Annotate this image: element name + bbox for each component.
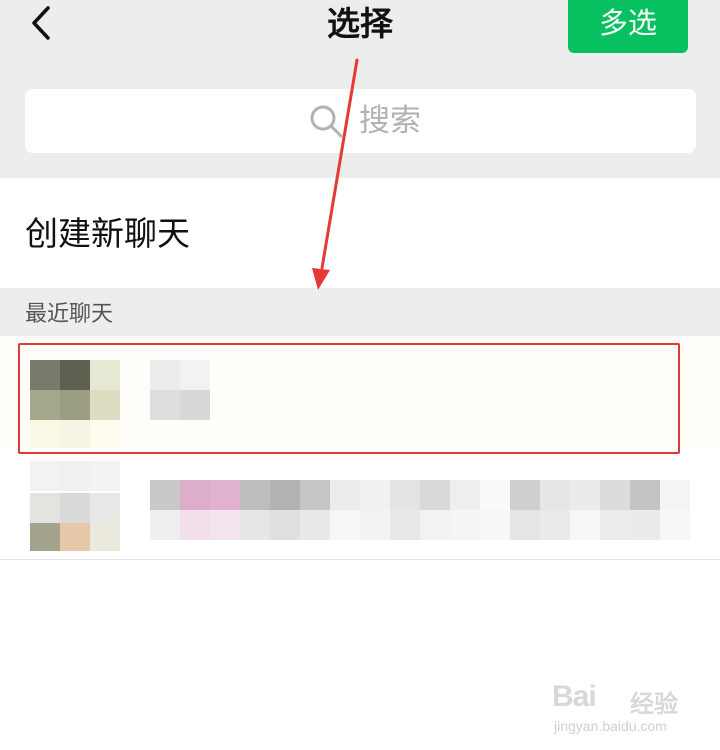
top-area: 选择 多选 搜索 xyxy=(0,0,720,178)
highlight-box xyxy=(18,343,680,454)
create-new-chat-label: 创建新聊天 xyxy=(25,214,190,253)
search-icon xyxy=(310,105,343,138)
watermark-brand-cn: 经验 xyxy=(630,690,678,718)
baidu-watermark: Bai 经验 jingyan.baidu.com xyxy=(552,680,702,740)
chat-item[interactable] xyxy=(0,448,720,560)
create-new-chat-item[interactable]: 创建新聊天 xyxy=(0,178,720,288)
recent-chats-header: 最近聊天 xyxy=(0,288,720,336)
search-placeholder: 搜索 xyxy=(359,103,421,139)
recent-chats-label: 最近聊天 xyxy=(25,302,114,327)
chat-name-mosaic xyxy=(150,480,690,540)
avatar xyxy=(30,461,120,551)
search-input[interactable]: 搜索 xyxy=(25,89,696,153)
multi-select-button[interactable]: 多选 xyxy=(568,0,688,53)
watermark-brand: Bai xyxy=(552,680,597,713)
watermark-url: jingyan.baidu.com xyxy=(554,718,667,734)
